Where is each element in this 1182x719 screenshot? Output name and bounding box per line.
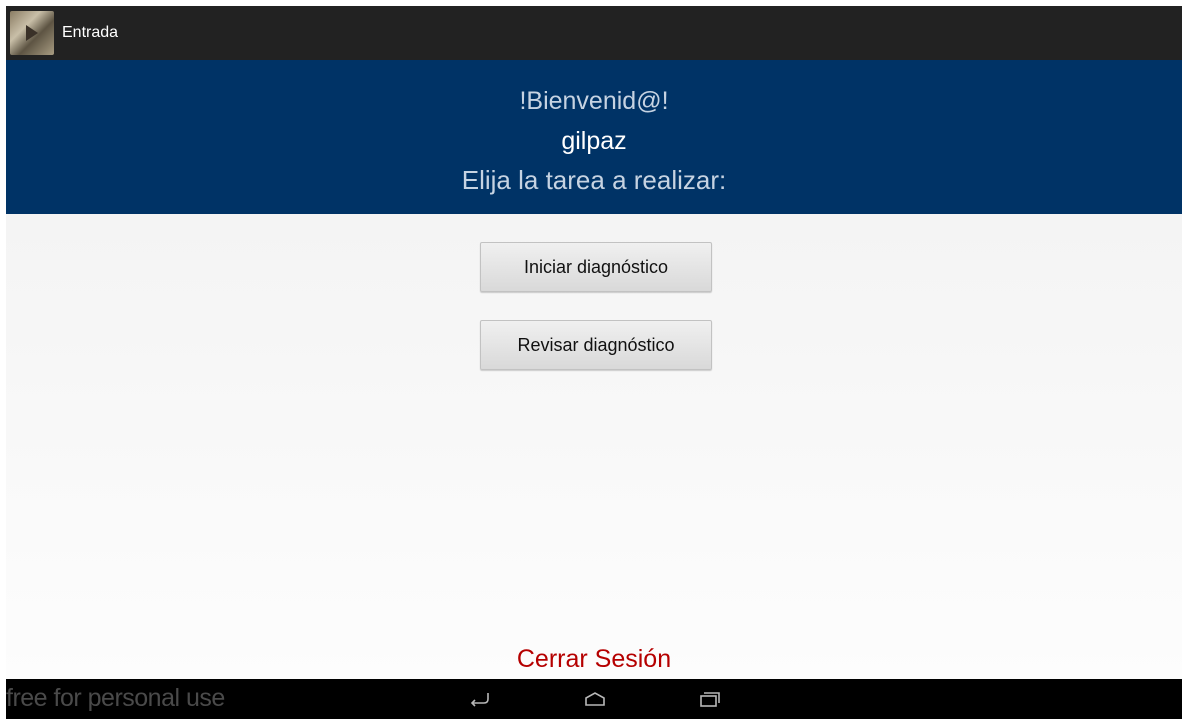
review-diagnosis-button[interactable]: Revisar diagnóstico: [480, 320, 712, 370]
app-title: Entrada: [62, 24, 119, 41]
watermark-text: free for personal use: [6, 684, 225, 712]
back-icon[interactable]: [468, 689, 492, 709]
system-nav-bar: free for personal use: [6, 679, 1182, 719]
logout-link[interactable]: Cerrar Sesión: [6, 644, 1182, 674]
welcome-text: !Bienvenid@!: [519, 87, 669, 115]
app-window: Entrada !Bienvenid@! gilpaz Elija la tar…: [6, 6, 1182, 719]
recent-apps-icon[interactable]: [698, 689, 722, 709]
action-bar: Entrada: [6, 6, 1182, 60]
username-text: gilpaz: [561, 127, 627, 155]
instruction-text: Elija la tarea a realizar:: [461, 165, 727, 195]
start-diagnosis-button[interactable]: Iniciar diagnóstico: [480, 242, 712, 292]
app-logo-icon[interactable]: [10, 11, 54, 55]
home-icon[interactable]: [583, 689, 607, 709]
task-panel: Iniciar diagnóstico Revisar diagnóstico …: [6, 214, 1182, 679]
welcome-header: !Bienvenid@! gilpaz Elija la tarea a rea…: [6, 60, 1182, 214]
